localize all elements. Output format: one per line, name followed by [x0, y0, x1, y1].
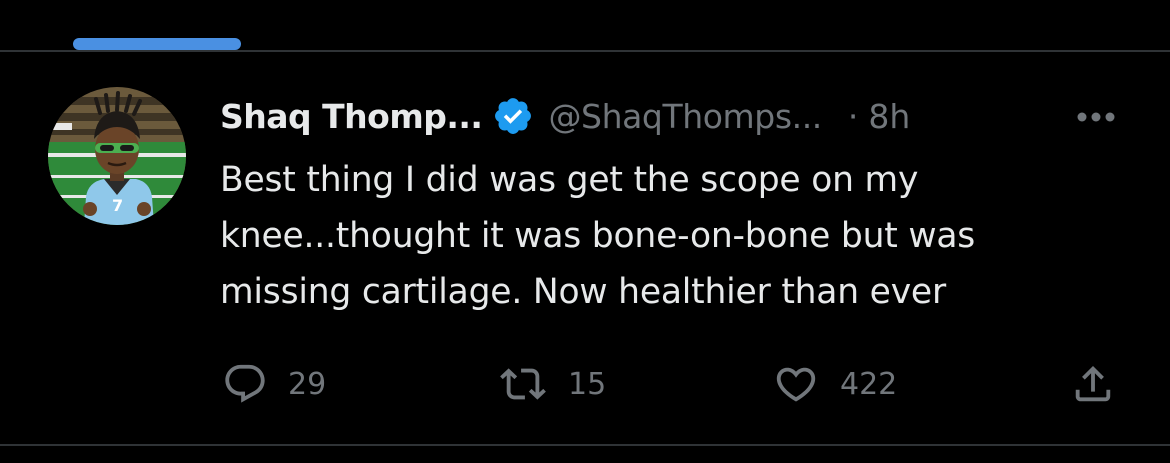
top-divider: [0, 50, 1170, 52]
more-options-button[interactable]: [1073, 100, 1119, 134]
tweet-text: Best thing I did was get the scope on my…: [220, 160, 976, 312]
user-handle[interactable]: @ShaqThomps...: [548, 97, 822, 136]
display-name[interactable]: Shaq Thomp...: [220, 97, 483, 136]
reply-count: 29: [288, 366, 327, 402]
active-tab-indicator: [73, 38, 241, 50]
like-count: 422: [840, 366, 898, 402]
verified-badge-icon[interactable]: [492, 95, 534, 137]
retweet-icon: [500, 368, 546, 400]
reply-button[interactable]: 29: [222, 358, 326, 410]
retweet-count: 15: [568, 366, 607, 402]
tweet-header: Shaq Thomp... @ShaqThomps... · 8h: [220, 93, 910, 139]
share-button[interactable]: [1070, 358, 1116, 410]
more-horizontal-icon: [1077, 112, 1115, 122]
share-icon: [1075, 365, 1111, 402]
like-button[interactable]: 422: [772, 358, 897, 410]
avatar-illustration: 7: [48, 87, 186, 225]
tweet-timestamp[interactable]: 8h: [868, 97, 910, 136]
avatar[interactable]: 7: [48, 87, 186, 225]
bottom-divider: [0, 444, 1170, 446]
avatar-jersey-number: 7: [112, 196, 123, 215]
retweet-button[interactable]: 15: [498, 358, 606, 410]
header-separator: ·: [847, 96, 859, 136]
heart-icon: [776, 367, 816, 402]
reply-icon: [225, 364, 265, 403]
